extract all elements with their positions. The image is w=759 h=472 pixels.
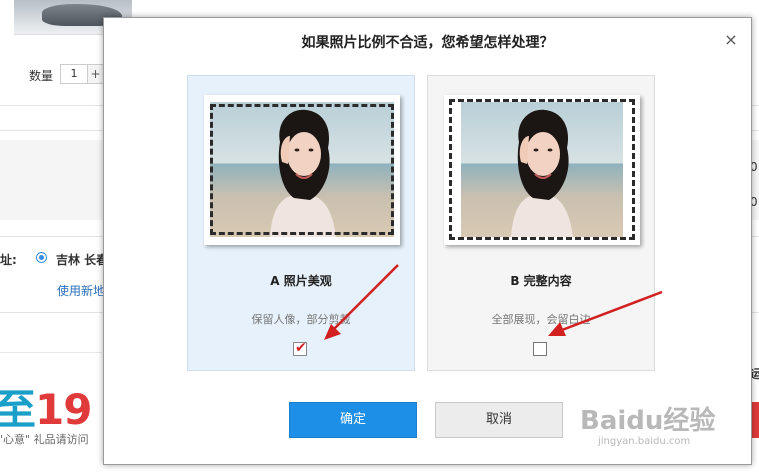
close-icon[interactable]: × xyxy=(723,32,739,48)
dialog-title: 如果照片比例不合适，您希望怎样处理？ xyxy=(301,35,554,51)
option-b-checkbox[interactable] xyxy=(533,342,547,356)
promo-headline: 至19 xyxy=(0,385,92,434)
photo-ratio-dialog: 如果照片比例不合适，您希望怎样处理？ × A 照片美观 保留人像，部分剪裁 ✔ … xyxy=(103,17,752,465)
option-b-card[interactable]: B 完整内容 全部展现，会留白边 xyxy=(427,75,655,371)
confirm-button[interactable]: 确定 xyxy=(289,402,417,438)
new-address-link[interactable]: 使用新地 xyxy=(57,282,105,299)
option-a-photo-frame xyxy=(204,95,400,245)
option-a-label: A 照片美观 xyxy=(270,274,332,288)
address-label: 址: xyxy=(0,253,17,267)
watermark-main: Baidu经验 xyxy=(580,406,716,436)
quantity-plus-button[interactable]: + xyxy=(88,64,104,84)
cancel-button[interactable]: 取消 xyxy=(435,402,563,438)
right-edge-red-block xyxy=(752,402,759,438)
watermark-sub: jingyan.baidu.com xyxy=(598,436,691,447)
option-b-label: B 完整内容 xyxy=(510,274,572,288)
quantity-input[interactable]: 1 xyxy=(60,64,88,84)
option-b-description: 全部展现，会留白边 xyxy=(491,313,591,326)
option-a-description: 保留人像，部分剪裁 xyxy=(251,313,351,326)
address-value: 吉林 长春 xyxy=(56,253,109,267)
baidu-watermark: Baidu经验 jingyan.baidu.com xyxy=(580,400,716,447)
check-icon: ✔ xyxy=(295,340,307,356)
quantity-label: 数量 xyxy=(29,69,54,83)
address-radio[interactable] xyxy=(36,252,47,263)
option-a-checkbox[interactable]: ✔ xyxy=(293,340,307,356)
crop-outline xyxy=(210,104,394,235)
promo-subtext: "心意" 礼品请访问 xyxy=(0,433,89,446)
option-a-card[interactable]: A 照片美观 保留人像，部分剪裁 ✔ xyxy=(187,75,415,371)
option-b-photo-frame xyxy=(444,95,640,245)
full-content-outline xyxy=(449,99,635,240)
